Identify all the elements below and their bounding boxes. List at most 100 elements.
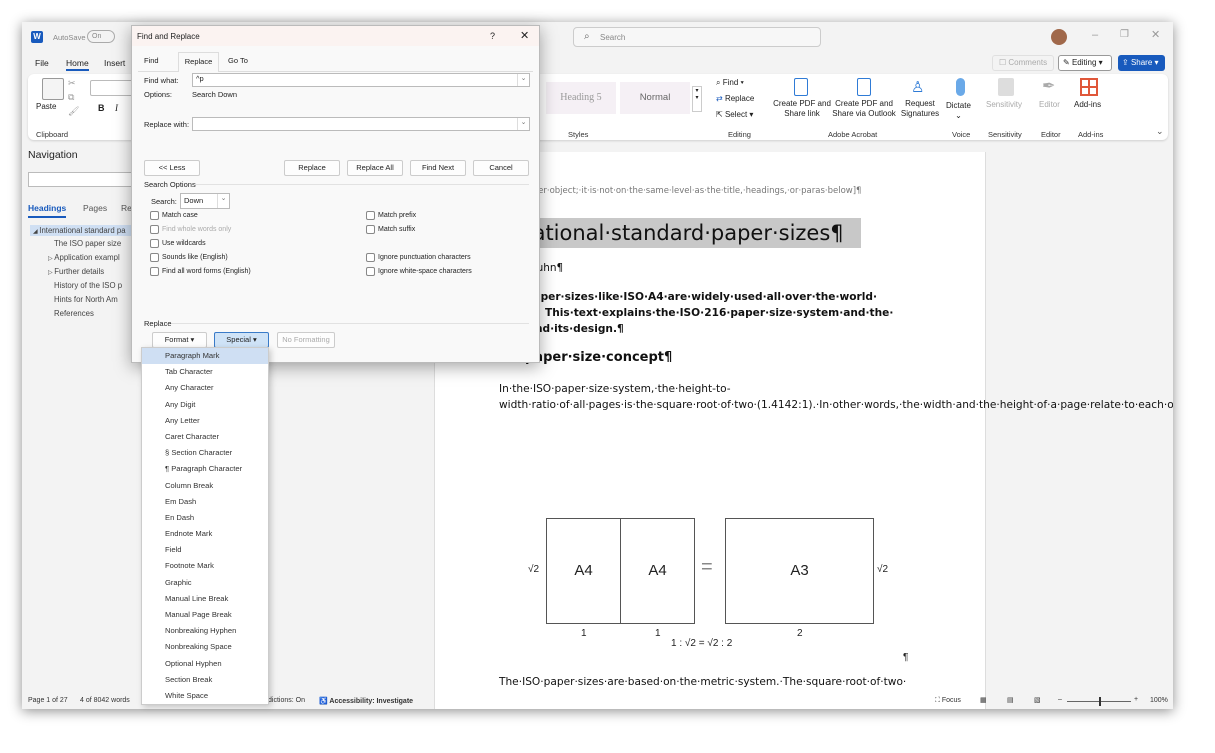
focus-button[interactable]: ⛶ Focus [935, 697, 961, 705]
checkbox-box[interactable] [366, 211, 375, 220]
option-checkbox[interactable]: Find all word forms (English) [150, 267, 251, 276]
dictate-button[interactable]: Dictate ⌄ [946, 101, 971, 121]
autosave-toggle[interactable]: On [87, 30, 115, 43]
web-layout-icon[interactable]: ▧ [1034, 696, 1041, 704]
nav-heading-item[interactable]: The ISO paper size [54, 239, 121, 248]
copy-icon[interactable]: ⧉ [68, 92, 74, 103]
special-menu-item[interactable]: Field [142, 542, 268, 558]
nav-heading-item[interactable]: ▷ Further details [48, 267, 104, 276]
special-menu-item[interactable]: § Section Character [142, 445, 268, 461]
special-menu-item[interactable]: Any Digit [142, 397, 268, 413]
cut-icon[interactable]: ✂ [68, 78, 76, 89]
less-button[interactable]: << Less [144, 160, 200, 176]
help-button[interactable]: ? [490, 31, 495, 41]
restore-button[interactable]: ❐ [1120, 29, 1129, 40]
sensitivity-button[interactable]: Sensitivity [986, 100, 1022, 110]
replace-all-button[interactable]: Replace All [347, 160, 403, 176]
close-window-button[interactable]: ✕ [1151, 28, 1160, 41]
navigation-search-input[interactable] [28, 172, 138, 187]
checkbox-box[interactable] [366, 253, 375, 262]
zoom-in-button[interactable]: + [1134, 696, 1138, 703]
collapse-ribbon-icon[interactable]: ⌄ [1156, 126, 1164, 137]
style-normal[interactable]: Normal [620, 82, 690, 114]
create-pdf-share-link-button[interactable]: Create PDF and Share link [773, 99, 831, 119]
request-signatures-button[interactable]: Request Signatures [899, 99, 941, 119]
comments-button[interactable]: ☐ Comments [992, 55, 1054, 71]
no-formatting-button[interactable]: No Formatting [277, 332, 335, 348]
special-button[interactable]: Special ▾ [214, 332, 269, 348]
special-menu-item[interactable]: Manual Line Break [142, 591, 268, 607]
styles-scroll[interactable]: ▾ ▾ [692, 86, 702, 112]
add-ins-button[interactable]: Add-ins [1074, 100, 1101, 110]
zoom-slider-thumb[interactable] [1099, 697, 1101, 706]
tab-home[interactable]: Home [66, 58, 89, 71]
nav-heading-item[interactable]: History of the ISO p [54, 281, 122, 290]
create-pdf-outlook-button[interactable]: Create PDF and Share via Outlook [831, 99, 897, 119]
special-menu-item[interactable]: Tab Character [142, 364, 268, 380]
nav-heading-item[interactable]: ◢ International standard pa [30, 225, 140, 236]
special-menu-item[interactable]: Nonbreaking Hyphen [142, 623, 268, 639]
page-count[interactable]: Page 1 of 27 [28, 697, 68, 704]
special-menu-item[interactable]: Any Character [142, 380, 268, 396]
tab-find[interactable]: Find [144, 56, 159, 65]
minimize-button[interactable]: – [1092, 29, 1098, 41]
option-checkbox[interactable]: Use wildcards [150, 239, 206, 248]
accessibility-status[interactable]: ♿ Accessibility: Investigate [319, 697, 413, 705]
avatar[interactable] [1051, 29, 1067, 45]
format-button[interactable]: Format ▾ [152, 332, 207, 348]
paste-button[interactable]: Paste [36, 102, 56, 112]
find-button[interactable]: ⌕ Find ▾ [716, 78, 744, 88]
nav-heading-item[interactable]: ▷ Application exampl [48, 253, 120, 262]
option-checkbox[interactable]: Match case [150, 211, 198, 220]
option-checkbox[interactable]: Ignore white-space characters [366, 267, 472, 276]
option-checkbox[interactable]: Sounds like (English) [150, 253, 228, 262]
zoom-level[interactable]: 100% [1150, 697, 1168, 704]
special-menu-item[interactable]: Optional Hyphen [142, 656, 268, 672]
special-menu-item[interactable]: ¶ Paragraph Character [142, 461, 268, 477]
nav-heading-item[interactable]: Hints for North Am [54, 295, 118, 304]
special-menu-item[interactable]: Footnote Mark [142, 558, 268, 574]
checkbox-box[interactable] [150, 211, 159, 220]
tab-file[interactable]: File [35, 58, 49, 68]
print-layout-icon[interactable]: ▤ [1007, 696, 1014, 704]
special-menu-item[interactable]: Any Letter [142, 413, 268, 429]
editing-mode-button[interactable]: ✎ Editing ▾ [1058, 55, 1112, 71]
cancel-button[interactable]: Cancel [473, 160, 529, 176]
nav-tab-headings[interactable]: Headings [28, 203, 67, 218]
special-menu-item[interactable]: Section Break [142, 672, 268, 688]
tab-go-to[interactable]: Go To [228, 56, 248, 65]
special-menu-item[interactable]: White Space [142, 688, 268, 704]
checkbox-box[interactable] [150, 253, 159, 262]
checkbox-box[interactable] [150, 225, 159, 234]
nav-heading-item[interactable]: References [54, 309, 94, 318]
checkbox-box[interactable] [150, 239, 159, 248]
editor-button[interactable]: Editor [1039, 100, 1060, 110]
read-mode-icon[interactable]: ▦ [980, 696, 987, 704]
replace-with-input[interactable]: ⌄ [192, 117, 530, 131]
special-menu-item[interactable]: Paragraph Mark [142, 348, 268, 365]
checkbox-box[interactable] [366, 225, 375, 234]
option-checkbox[interactable]: Match suffix [366, 225, 415, 234]
close-dialog-button[interactable]: ✕ [520, 29, 529, 42]
search-box[interactable]: ⌕ Search [573, 27, 821, 47]
bold-button[interactable]: B [98, 103, 105, 113]
option-checkbox[interactable]: Ignore punctuation characters [366, 253, 471, 262]
search-direction-select[interactable]: Down ⌄ [180, 193, 230, 209]
find-what-input[interactable]: ^p ⌄ [192, 73, 530, 87]
option-checkbox[interactable]: Find whole words only [150, 225, 231, 234]
special-menu-item[interactable]: Graphic [142, 575, 268, 591]
share-button[interactable]: ⇪ Share ▾ [1118, 55, 1165, 71]
special-menu-item[interactable]: Endnote Mark [142, 526, 268, 542]
special-menu-item[interactable]: Caret Character [142, 429, 268, 445]
tab-insert[interactable]: Insert [104, 58, 125, 68]
select-button[interactable]: ⇱ Select ▾ [716, 110, 753, 120]
italic-button[interactable]: I [115, 103, 118, 113]
word-count[interactable]: 4 of 8042 words [80, 697, 130, 704]
special-menu-item[interactable]: Manual Page Break [142, 607, 268, 623]
replace-ribbon-button[interactable]: ⇄ Replace [716, 94, 754, 104]
special-menu-item[interactable]: Nonbreaking Space [142, 639, 268, 655]
format-painter-icon[interactable]: 🖌 [68, 106, 79, 117]
checkbox-box[interactable] [150, 267, 159, 276]
find-next-button[interactable]: Find Next [410, 160, 466, 176]
special-menu-item[interactable]: Column Break [142, 478, 268, 494]
